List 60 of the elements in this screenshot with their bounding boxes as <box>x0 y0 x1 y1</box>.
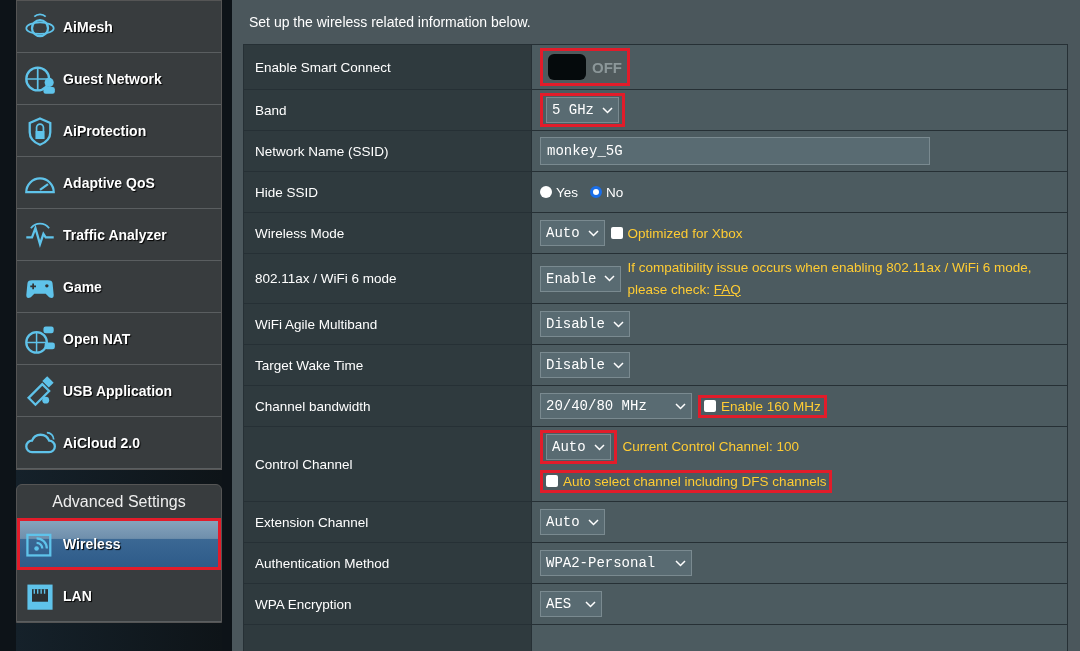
sidebar-item[interactable]: USB Application <box>17 365 221 417</box>
setting-label: Channel bandwidth <box>255 398 371 414</box>
radio-label: No <box>606 184 624 200</box>
dropdown[interactable]: AES <box>540 591 602 618</box>
chevron-icon <box>675 559 686 567</box>
chevron-icon <box>587 229 599 237</box>
sidebar-item[interactable]: AiMesh <box>17 1 221 53</box>
setting-label: WiFi Agile Multiband <box>255 316 378 332</box>
chevron-icon <box>593 443 605 451</box>
setting-label: Enable Smart Connect <box>255 59 391 75</box>
text-field[interactable]: monkey_5G <box>540 137 930 165</box>
intro-text: Set up the wireless related information below. <box>248 13 532 32</box>
checkbox[interactable] <box>610 227 623 239</box>
sidebar-item[interactable]: LAN <box>17 570 221 622</box>
sidebar-item[interactable]: Wireless <box>17 518 221 570</box>
setting-label: Authentication Method <box>255 555 390 571</box>
sidebar-item[interactable]: AiCloud 2.0 <box>17 417 221 469</box>
info-note: Current Control Channel: 100 <box>622 438 799 457</box>
chevron-icon <box>612 320 624 328</box>
dropdown[interactable]: Disable <box>540 352 630 379</box>
radio-button[interactable] <box>590 186 603 198</box>
checkbox-label: Enable 160 MHz <box>721 398 821 414</box>
setting-label: Wireless Mode <box>255 225 345 241</box>
dropdown[interactable]: WPA2-Personal <box>540 550 692 577</box>
setting-label: Hide SSID <box>255 184 319 200</box>
sidebar-item[interactable]: Adaptive QoS <box>17 157 221 209</box>
setting-label: Network Name (SSID) <box>255 143 389 159</box>
chevron-icon <box>675 402 686 410</box>
dropdown[interactable]: 5 GHz <box>546 97 619 123</box>
sidebar-item[interactable]: Guest Network <box>17 53 221 105</box>
radio-label: Yes <box>556 184 579 200</box>
dropdown[interactable]: Auto <box>540 509 605 536</box>
setting-label: Control Channel <box>255 456 353 472</box>
setting-label: 802.11ax / WiFi 6 mode <box>255 271 397 287</box>
setting-label: WPA Encryption <box>255 596 352 612</box>
sidebar-item[interactable]: Traffic Analyzer <box>17 209 221 261</box>
chevron-icon <box>585 600 596 608</box>
checkbox[interactable] <box>704 400 716 413</box>
chevron-icon <box>602 106 613 114</box>
sidebar-item[interactable]: AiProtection <box>17 105 221 157</box>
dropdown[interactable]: Auto <box>546 434 611 461</box>
setting-label: Band <box>255 102 287 118</box>
info-note: If compatibility issue occurs when enabling 802.11ax / WiFi 6 mode, please check: FAQ <box>627 259 1033 299</box>
faq-link[interactable]: FAQ <box>713 281 741 297</box>
sidebar-item[interactable]: Open NAT <box>17 313 221 365</box>
radio-button[interactable] <box>540 186 552 198</box>
dropdown[interactable]: Enable <box>540 265 622 292</box>
setting-label: Target Wake Time <box>255 357 364 373</box>
chevron-icon <box>587 518 599 526</box>
checkbox-label: Optimized for Xbox <box>627 225 743 241</box>
dropdown[interactable]: Auto <box>540 220 605 246</box>
chevron-icon <box>604 275 616 283</box>
section-title: Advanced Settings <box>51 492 187 512</box>
checkbox-label: Auto select channel including DFS channels <box>563 473 827 489</box>
dropdown[interactable]: Disable <box>540 311 630 338</box>
sidebar-item[interactable]: Game <box>17 261 221 313</box>
checkbox[interactable] <box>546 475 558 488</box>
dropdown[interactable]: 20/40/80 MHz <box>540 393 692 420</box>
chevron-icon <box>612 361 624 369</box>
setting-label: Extension Channel <box>255 514 369 530</box>
